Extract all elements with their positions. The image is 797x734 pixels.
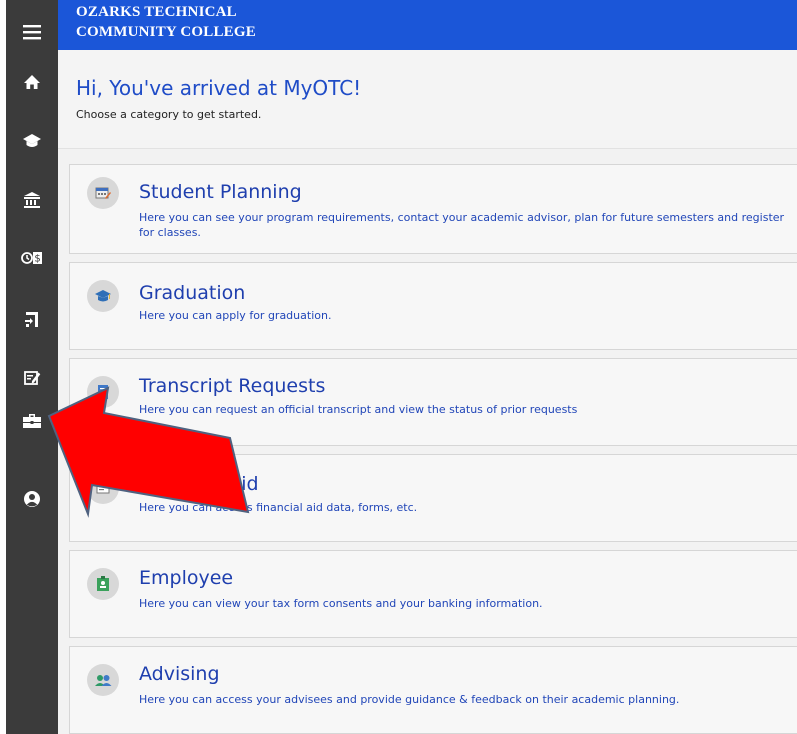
card-description: Here you can apply for graduation. — [139, 309, 332, 322]
card-title: Transcript Requests — [139, 375, 326, 397]
card-description: Here you can access your advisees and pr… — [139, 693, 680, 706]
advisor-people-icon — [95, 675, 112, 686]
card-title: Graduation — [139, 282, 246, 304]
logo-line-2: Community College — [76, 24, 256, 40]
calendar-planning-icon — [95, 187, 111, 199]
card-title: Financial Aid — [139, 473, 259, 495]
category-card-employee[interactable]: Employee Here you can view your tax form… — [69, 550, 797, 638]
profile-button[interactable] — [6, 479, 58, 519]
card-description: Here you can view your tax form consents… — [139, 597, 543, 610]
bank-icon — [24, 192, 40, 208]
card-description: Here you can see your program requiremen… — [139, 211, 785, 239]
card-icon-circle — [87, 472, 119, 504]
section-divider — [58, 148, 797, 149]
card-description: Here you can access financial aid data, … — [139, 501, 418, 514]
edit-form-icon — [24, 371, 41, 385]
myotc-page: $ OZARKS TECHNICAL COMMUNITY COLLEGE Hi,… — [0, 0, 797, 734]
home-button[interactable] — [6, 62, 58, 102]
logo-line-1: Ozarks Technical — [76, 4, 237, 20]
card-title: Advising — [139, 663, 220, 685]
exit-button[interactable] — [6, 299, 58, 339]
category-card-financial-aid[interactable]: Financial Aid Here you can access financ… — [69, 454, 797, 542]
forms-button[interactable] — [6, 358, 58, 398]
card-title: Student Planning — [139, 181, 302, 203]
welcome-section: Hi, You've arrived at MyOTC! Choose a ca… — [58, 50, 797, 149]
category-card-student-planning[interactable]: Student Planning Here you can see your p… — [69, 164, 797, 254]
page-title: Hi, You've arrived at MyOTC! — [76, 76, 362, 100]
svg-text:$: $ — [34, 254, 40, 265]
page-subtitle: Choose a category to get started. — [76, 108, 262, 121]
payments-button[interactable]: $ — [6, 238, 58, 278]
college-logo[interactable]: Ozarks Technical Community College — [76, 2, 256, 42]
exit-door-icon — [25, 312, 38, 327]
menu-button[interactable] — [6, 12, 58, 52]
employee-badge-icon — [97, 576, 109, 591]
card-title: Employee — [139, 567, 234, 589]
home-icon — [24, 75, 40, 89]
card-icon-circle — [87, 177, 119, 209]
card-icon-circle — [87, 664, 119, 696]
finance-button[interactable] — [6, 180, 58, 220]
left-sidebar: $ — [6, 0, 58, 734]
graduation-cap-icon — [23, 134, 41, 147]
card-icon-circle — [87, 568, 119, 600]
category-card-graduation[interactable]: Graduation Here you can apply for gradua… — [69, 262, 797, 350]
top-header: Ozarks Technical Community College — [58, 0, 797, 50]
clock-dollar-icon: $ — [21, 252, 42, 265]
hamburger-menu-icon — [23, 25, 41, 40]
briefcase-icon — [23, 414, 41, 428]
financial-aid-icon — [96, 482, 110, 494]
card-icon-circle — [87, 376, 119, 408]
user-circle-icon — [24, 491, 40, 507]
category-card-advising[interactable]: Advising Here you can access your advise… — [69, 646, 797, 734]
transcript-document-icon — [98, 385, 108, 399]
card-description: Here you can request an official transcr… — [139, 403, 578, 416]
main-content: Hi, You've arrived at MyOTC! Choose a ca… — [58, 50, 797, 734]
academics-button[interactable] — [6, 121, 58, 161]
category-card-transcript-requests[interactable]: Transcript Requests Here you can request… — [69, 358, 797, 446]
card-icon-circle — [87, 280, 119, 312]
graduation-cap-icon — [95, 290, 111, 302]
employee-button[interactable] — [6, 400, 58, 440]
